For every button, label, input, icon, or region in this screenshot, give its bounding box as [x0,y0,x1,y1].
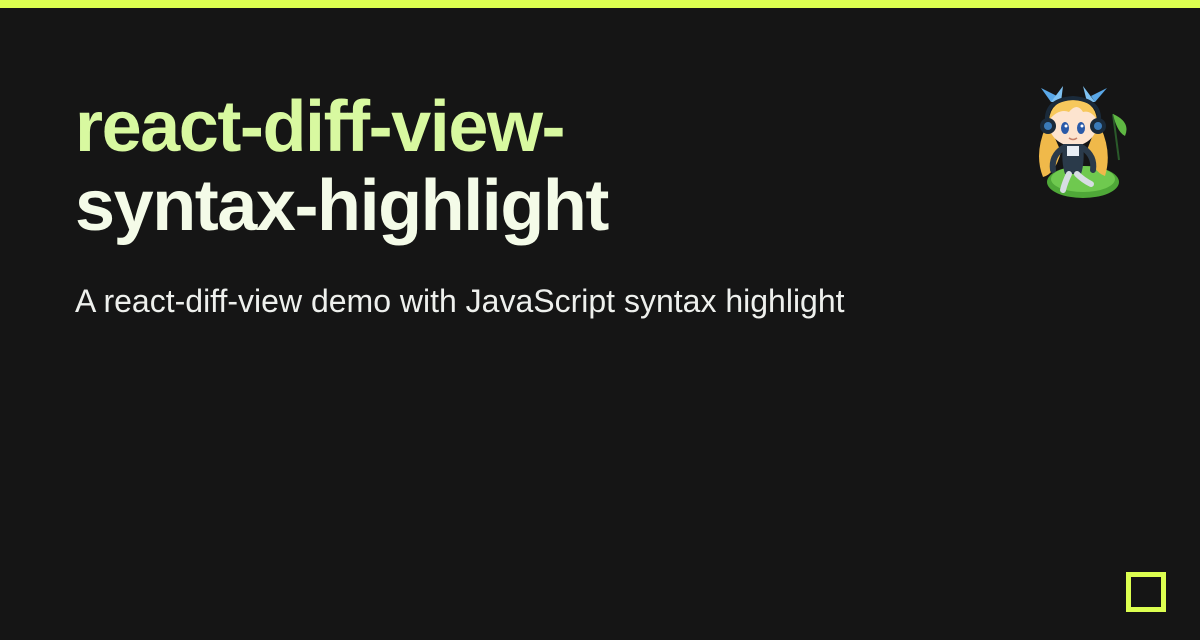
title-line-1: react-diff-view- [75,87,564,167]
page-subtitle: A react-diff-view demo with JavaScript s… [75,280,845,323]
anime-avatar-icon [1013,82,1133,202]
avatar [1013,82,1133,202]
accent-top-bar [0,0,1200,8]
page-title: react-diff-view- syntax-highlight [75,88,845,246]
title-line-2: syntax-highlight [75,166,608,246]
corner-square-icon [1126,572,1166,612]
main-content: react-diff-view- syntax-highlight A reac… [0,8,1200,324]
text-block: react-diff-view- syntax-highlight A reac… [75,88,845,324]
